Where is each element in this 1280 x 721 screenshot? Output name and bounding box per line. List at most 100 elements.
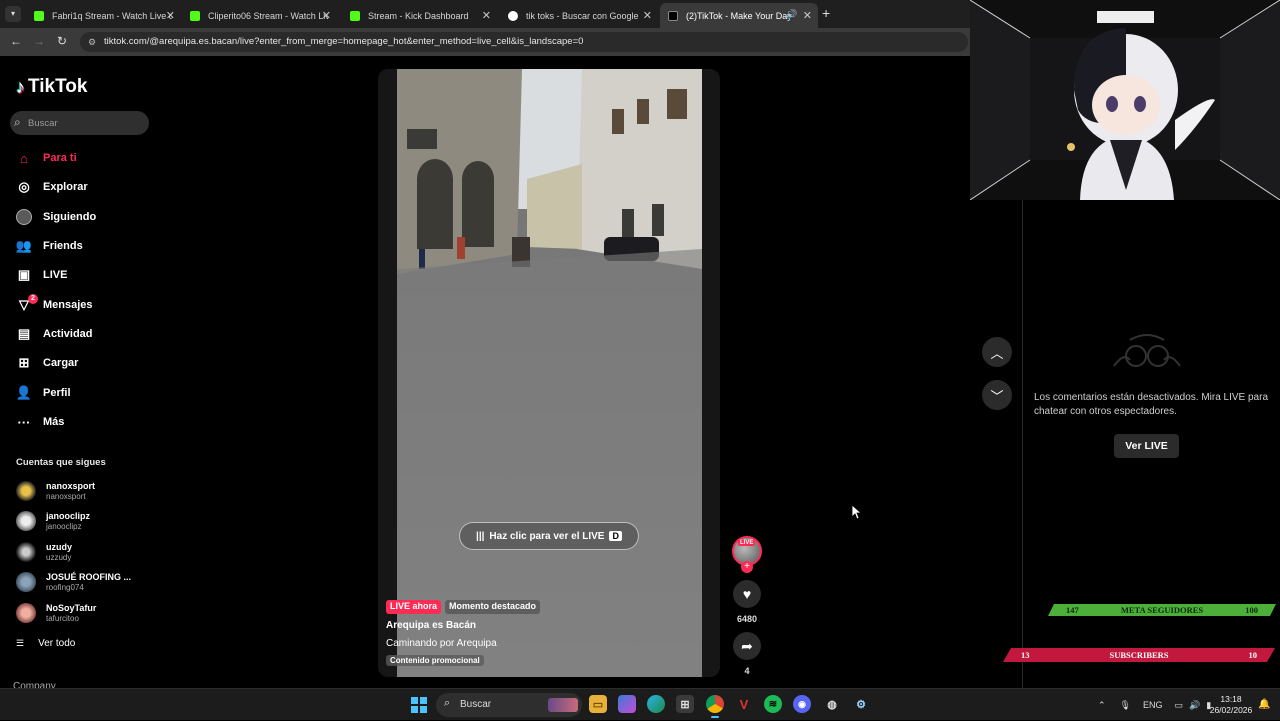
google-icon [508, 10, 518, 21]
notification-bell-icon[interactable]: 🔔 [1258, 699, 1270, 710]
close-icon[interactable]: ✕ [643, 9, 652, 22]
goal-label: META SEGUIDORES [1120, 605, 1204, 615]
see-all-link[interactable]: ☰ Ver todo [16, 638, 75, 649]
nav-friends[interactable]: 👥 Friends [16, 235, 83, 257]
home-icon: ⌂ [20, 150, 28, 166]
avatar [16, 511, 36, 531]
volume-icon[interactable]: 🔊 [1189, 700, 1200, 711]
site-settings-icon[interactable]: ⚙ [88, 37, 96, 48]
system-clock[interactable]: 13:18 26/02/2026 [1208, 694, 1254, 716]
nav-cargar[interactable]: ⊞ Cargar [16, 352, 79, 374]
discord-icon[interactable]: ◉ [793, 695, 811, 713]
comments-disabled-icon [1113, 334, 1181, 367]
nav-para-ti[interactable]: ⌂ Para ti [16, 147, 77, 169]
close-icon[interactable]: ✕ [322, 9, 331, 22]
nav-label: Cargar [43, 357, 79, 369]
close-icon[interactable]: ✕ [803, 9, 812, 22]
search-box[interactable]: ⌕ [10, 111, 149, 135]
goal-target: 10 [1248, 650, 1257, 660]
microsoft-store-icon[interactable]: ⊞ [676, 695, 694, 713]
see-all-label: Ver todo [38, 638, 76, 649]
search-icon: ⌕ [444, 697, 451, 709]
tab-search-dropdown-icon[interactable]: ▾ [5, 6, 21, 22]
shortcut-key: D [609, 531, 622, 541]
microphone-icon[interactable]: 🎙 [1120, 700, 1131, 711]
live-video-player[interactable] [378, 69, 720, 677]
steam-icon[interactable]: ⚙ [852, 695, 870, 713]
account-name: JOSUÉ ROOFING ... [46, 572, 132, 582]
copilot-icon[interactable] [618, 695, 636, 713]
url-field[interactable]: ⚙ tiktok.com/@arequipa.es.bacan/live?ent… [80, 32, 968, 52]
close-icon[interactable]: ✕ [482, 9, 491, 22]
following-account[interactable]: janooclipz janooclipz [16, 508, 90, 534]
following-account[interactable]: nanoxsport nanoxsport [16, 478, 95, 504]
nav-explorar[interactable]: ◎ Explorar [16, 176, 88, 198]
edge-icon[interactable] [647, 695, 665, 713]
tab-title: Stream - Kick Dashboard [368, 10, 469, 21]
nav-label: Explorar [43, 181, 88, 193]
message-badge: 2 [28, 294, 38, 304]
url-text: tiktok.com/@arequipa.es.bacan/live?enter… [104, 36, 584, 47]
valorant-icon[interactable]: V [735, 695, 753, 713]
speaker-icon[interactable]: 🔊 [786, 9, 797, 20]
network-icon[interactable]: ▭ [1175, 700, 1184, 711]
cta-label: Haz clic para ver el LIVE [489, 530, 605, 542]
chevron-down-icon: ﹀ [990, 388, 1004, 404]
language-indicator[interactable]: ENG [1143, 700, 1163, 710]
browser-tab-active[interactable]: (2)TikTok - Make Your Day 🔊 ✕ [660, 3, 818, 28]
next-video-button[interactable]: ﹀ [982, 380, 1012, 410]
browser-tab[interactable]: Cliperito06 Stream - Watch Live ✕ [182, 3, 337, 28]
activity-icon: ▤ [17, 326, 31, 341]
chrome-icon[interactable] [706, 695, 724, 718]
spotify-icon[interactable]: ≋ [764, 695, 782, 713]
goal-label: SUBSCRIBERS [1109, 650, 1169, 660]
compass-icon: ◎ [18, 179, 30, 194]
account-username: roofing074 [46, 583, 84, 592]
like-count: 6480 [736, 614, 758, 624]
click-to-watch-live-button[interactable]: ||| Haz clic para ver el LIVE D [459, 522, 639, 550]
taskbar-search[interactable]: ⌕ Buscar [436, 693, 582, 717]
forward-arrow-icon[interactable]: → [33, 34, 45, 48]
back-arrow-icon[interactable]: ← [10, 34, 22, 48]
new-tab-plus-icon[interactable]: + [822, 5, 830, 21]
live-tv-icon: ▣ [17, 267, 31, 282]
system-tray: ⌃ 🎙 ENG ▭ 🔊 ▮ [1098, 689, 1211, 721]
live-label: LIVE [738, 540, 756, 546]
like-button[interactable]: ♥ [733, 580, 761, 608]
nav-siguiendo[interactable]: Siguiendo [16, 206, 96, 228]
tiktok-icon [668, 10, 678, 21]
previous-video-button[interactable]: ︿ [982, 337, 1012, 367]
following-account[interactable]: JOSUÉ ROOFING ... roofing074 [16, 569, 131, 595]
obs-icon[interactable]: ◍ [823, 695, 841, 713]
taskbar-search-label: Buscar [460, 699, 492, 710]
following-account[interactable]: uzudy uzzudy [16, 539, 72, 565]
account-username: nanoxsport [46, 492, 86, 501]
clock-time: 13:18 [1220, 694, 1242, 704]
close-icon[interactable]: ✕ [166, 9, 175, 22]
video-title[interactable]: Arequipa es Bacán [386, 620, 476, 631]
reload-icon[interactable]: ↻ [57, 34, 67, 48]
file-explorer-icon[interactable]: ▭ [589, 695, 607, 713]
chevron-up-icon[interactable]: ⌃ [1098, 700, 1106, 711]
windows-start-icon[interactable] [411, 697, 427, 713]
account-username: tafurcitoo [46, 614, 79, 623]
browser-tab[interactable]: Fabri1q Stream - Watch Live on ✕ [26, 3, 181, 28]
share-button[interactable]: ➦ [733, 632, 761, 660]
nav-perfil[interactable]: 👤 Perfil [16, 382, 71, 404]
tiktok-logo[interactable]: ♪ TikTok [16, 76, 87, 98]
follow-plus-icon[interactable]: + [741, 561, 753, 573]
following-account[interactable]: NoSoyTafur tafurcitoo [16, 600, 96, 626]
nav-mensajes[interactable]: ▽ 2 Mensajes [16, 294, 93, 316]
tab-title: Fabri1q Stream - Watch Live on [52, 10, 172, 21]
watch-live-button[interactable]: Ver LIVE [1114, 434, 1179, 458]
logo-text: TikTok [28, 76, 88, 97]
nav-live[interactable]: ▣ LIVE [16, 264, 68, 286]
browser-tab[interactable]: Stream - Kick Dashboard ✕ [342, 3, 497, 28]
comments-disabled-message: Los comentarios están desactivados. Mira… [1034, 392, 1269, 417]
search-input[interactable] [28, 115, 143, 131]
nav-actividad[interactable]: ▤ Actividad [16, 323, 93, 345]
nav-mas[interactable]: ··· Más [16, 411, 65, 433]
browser-tab[interactable]: tik toks - Buscar con Google ✕ [500, 3, 658, 28]
send-icon: ▽ 2 [16, 294, 38, 313]
kick-icon [350, 10, 360, 21]
